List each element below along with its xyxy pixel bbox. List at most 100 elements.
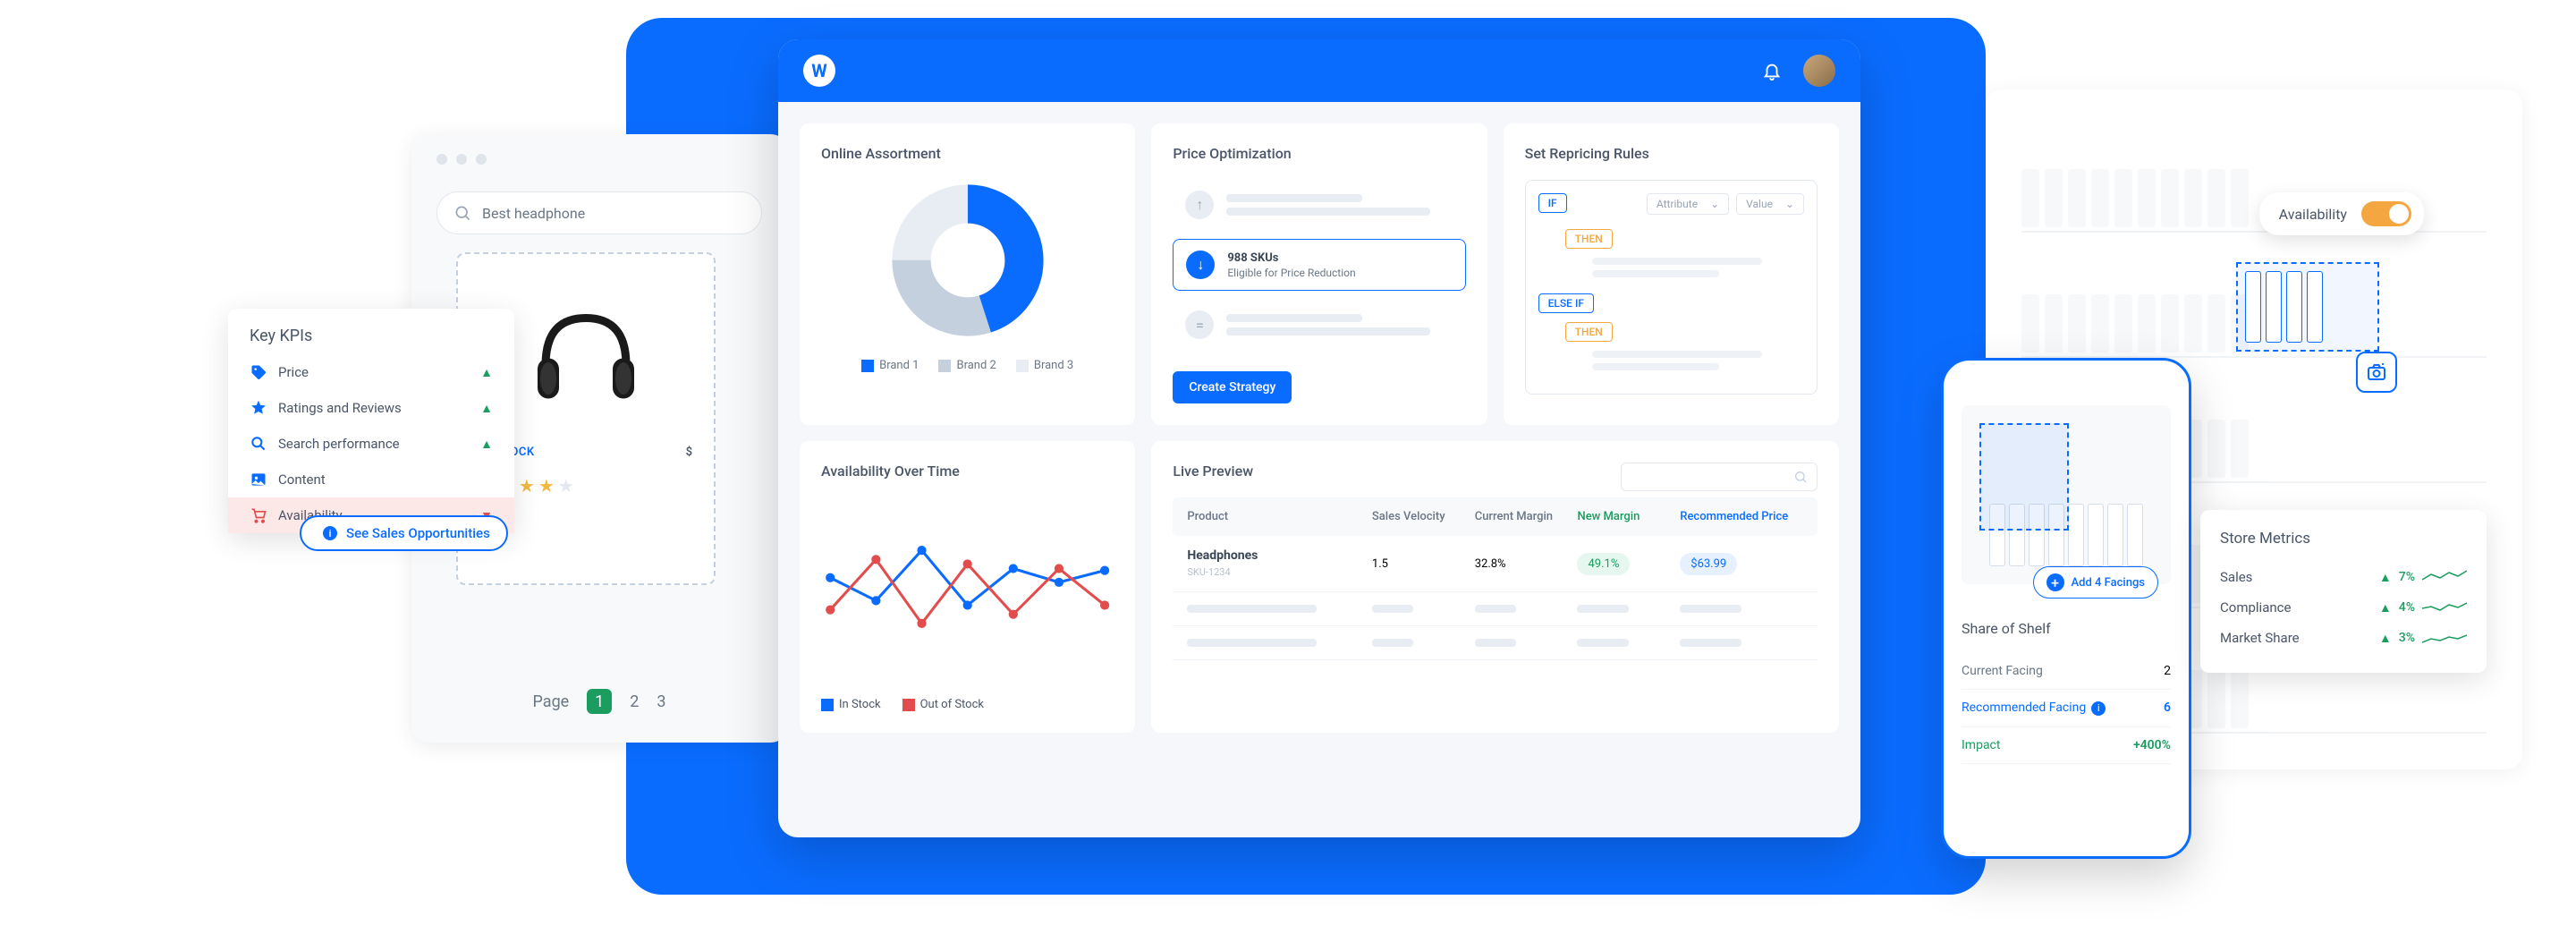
- col-new-margin: New Margin: [1577, 510, 1680, 523]
- price-opt-row-highlighted[interactable]: ↓ 988 SKUsEligible for Price Reduction: [1173, 239, 1465, 291]
- camera-icon: [2366, 361, 2387, 383]
- price-icon: [250, 363, 267, 381]
- table-row[interactable]: Headphones SKU-1234 1.5 32.8% 49.1% $63.9…: [1173, 536, 1818, 592]
- legend-item: Brand 3: [1034, 359, 1073, 372]
- cell-rec-price: $63.99: [1680, 553, 1737, 575]
- legend-item: Brand 1: [879, 359, 919, 372]
- row-label: Current Facing: [1962, 664, 2043, 678]
- pagination-label: Page: [533, 692, 570, 711]
- cell-new-margin: 49.1%: [1577, 553, 1630, 575]
- metric-label: Sales: [2220, 569, 2252, 585]
- page-number-current[interactable]: 1: [587, 689, 612, 714]
- metric-label: Market Share: [2220, 630, 2300, 646]
- window-dot: [436, 154, 447, 165]
- metric-value: 3%: [2399, 631, 2415, 645]
- chart-legend: Brand 1 Brand 2 Brand 3: [821, 359, 1114, 372]
- pagination: Page 1 2 3: [411, 689, 787, 714]
- legend-item: In Stock: [839, 698, 881, 711]
- camera-button[interactable]: [2356, 352, 2397, 393]
- row-value: +400%: [2133, 738, 2171, 752]
- shelf-image: + Add 4 Facings: [1962, 405, 2171, 584]
- kpi-row-content[interactable]: Content: [228, 462, 514, 497]
- headphones-icon: [519, 284, 653, 419]
- then-tag: THEN: [1565, 229, 1613, 249]
- cell-margin: 32.8%: [1475, 557, 1578, 571]
- metric-value: 4%: [2399, 600, 2415, 615]
- price-prefix: $: [686, 446, 692, 459]
- equals-icon: =: [1185, 310, 1214, 339]
- then-tag: THEN: [1565, 322, 1613, 342]
- shelf-row-current: Current Facing 2: [1962, 653, 2171, 690]
- trend-up-icon: ▲: [2379, 631, 2392, 646]
- kpi-row-ratings[interactable]: Ratings and Reviews ▲: [228, 390, 514, 426]
- bell-icon[interactable]: [1762, 61, 1782, 81]
- attribute-select[interactable]: Attribute⌄: [1647, 193, 1729, 215]
- chart-legend: In Stock Out of Stock: [821, 698, 1114, 711]
- trend-up-icon: ▲: [480, 401, 493, 416]
- row-value: 6: [2164, 700, 2171, 716]
- kpi-card: Key KPIs Price ▲ Ratings and Reviews ▲ S…: [228, 309, 514, 533]
- info-icon: i: [323, 526, 337, 540]
- product-name: Headphones: [1187, 548, 1372, 563]
- page-number[interactable]: 3: [657, 692, 665, 711]
- shelf-highlight: [2236, 262, 2379, 352]
- star-icon: ★: [558, 475, 574, 497]
- search-icon: [250, 435, 267, 453]
- panel-repricing-rules: Set Repricing Rules Attribute⌄ Value⌄ IF…: [1504, 123, 1839, 425]
- search-icon: [453, 204, 471, 222]
- app-logo[interactable]: W: [803, 55, 835, 87]
- add-facing-label: Add 4 Facings: [2072, 576, 2145, 590]
- availability-toggle[interactable]: Availability: [2259, 192, 2424, 235]
- chevron-down-icon: ⌄: [1785, 198, 1794, 210]
- image-icon: [250, 471, 267, 488]
- trend-up-icon: ▲: [480, 365, 493, 380]
- product-sku: SKU-1234: [1187, 566, 1230, 578]
- window-controls: [411, 134, 787, 184]
- cell-velocity: 1.5: [1372, 557, 1475, 571]
- panel-online-assortment: Online Assortment Brand 1 Brand 2 Brand …: [800, 123, 1135, 425]
- sales-opp-label: See Sales Opportunities: [346, 525, 490, 541]
- panel-title: Availability Over Time: [821, 463, 1114, 480]
- kpi-label: Price: [278, 364, 309, 380]
- kpi-row-price[interactable]: Price ▲: [228, 354, 514, 390]
- cart-icon: [250, 506, 267, 524]
- avatar[interactable]: [1803, 55, 1835, 87]
- col-velocity: Sales Velocity: [1372, 510, 1475, 523]
- search-icon: [1793, 470, 1808, 484]
- metric-row-marketshare: Market Share ▲ 3%: [2220, 623, 2467, 653]
- metric-value: 7%: [2399, 570, 2415, 584]
- price-opt-row: =: [1173, 300, 1465, 350]
- sku-count: 988 SKUs: [1227, 251, 1355, 265]
- panel-title: Online Assortment: [821, 145, 1114, 162]
- add-facings-button[interactable]: + Add 4 Facings: [2033, 566, 2158, 599]
- metric-row-sales: Sales ▲ 7%: [2220, 562, 2467, 592]
- table-row: [1173, 626, 1818, 660]
- elseif-tag: ELSE IF: [1538, 293, 1594, 313]
- metric-label: Compliance: [2220, 599, 2291, 616]
- search-input[interactable]: Best headphone: [436, 191, 762, 234]
- col-product: Product: [1187, 510, 1372, 523]
- legend-item: Brand 2: [956, 359, 996, 372]
- value-select[interactable]: Value⌄: [1736, 193, 1804, 215]
- page-number[interactable]: 2: [630, 692, 639, 711]
- toggle-switch[interactable]: [2361, 201, 2411, 226]
- kpi-row-search[interactable]: Search performance ▲: [228, 426, 514, 462]
- window-dot: [456, 154, 467, 165]
- trend-up-icon: ▲: [2379, 570, 2392, 585]
- star-icon: ★: [538, 475, 555, 497]
- create-strategy-button[interactable]: Create Strategy: [1173, 371, 1292, 403]
- sales-opportunities-button[interactable]: i See Sales Opportunities: [300, 515, 508, 551]
- metrics-title: Store Metrics: [2220, 530, 2467, 548]
- line-chart: [821, 506, 1114, 667]
- preview-search[interactable]: [1621, 463, 1818, 491]
- main-dashboard: W Online Assortment Brand 1 Brand 2 Bran…: [778, 39, 1860, 837]
- plus-icon: +: [2046, 573, 2064, 591]
- if-tag: IF: [1538, 193, 1567, 213]
- donut-chart: [887, 180, 1048, 341]
- sparkline: [2422, 599, 2467, 616]
- panel-title: Price Optimization: [1173, 145, 1465, 162]
- window-dot: [476, 154, 487, 165]
- sparkline: [2422, 569, 2467, 585]
- info-icon[interactable]: i: [2091, 701, 2106, 716]
- col-rec-price: Recommended Price: [1680, 510, 1803, 523]
